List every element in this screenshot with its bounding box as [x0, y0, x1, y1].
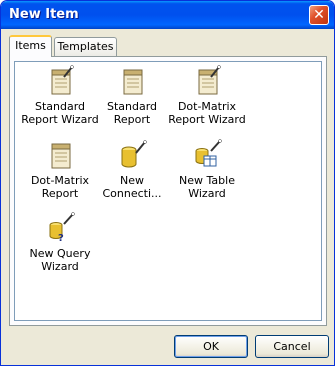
tab-panel: Standard Report Wizard Standard Report D… [9, 56, 327, 326]
tab-items[interactable]: Items [9, 35, 52, 57]
item-label-line1: New Query [29, 247, 91, 260]
item-label-line2: Report [41, 187, 79, 200]
report-icon [51, 143, 71, 169]
item-label-line2: Connecti... [102, 187, 162, 200]
report-wizard-icon [198, 65, 221, 95]
table-wizard-icon [195, 139, 222, 167]
list-item-dot-matrix-report-wizard[interactable]: Dot-Matrix Report Wizard [167, 65, 247, 126]
item-label-line2: Wizard [41, 260, 79, 273]
item-label-line1: Standard [106, 100, 158, 113]
item-label-line1: Standard [34, 100, 86, 113]
list-item-new-connection[interactable]: New Connecti... [92, 139, 172, 200]
cancel-button[interactable]: Cancel [255, 335, 329, 358]
database-connection-icon [121, 140, 147, 168]
title-bar[interactable]: New Item ✕ [1, 1, 334, 29]
close-button[interactable]: ✕ [309, 5, 329, 25]
svg-text:?: ? [58, 233, 64, 244]
item-label-line1: Dot-Matrix [30, 174, 90, 187]
query-wizard-icon: ? [49, 212, 75, 244]
dialog-title: New Item [9, 7, 79, 22]
list-item-standard-report[interactable]: Standard Report [92, 65, 172, 126]
list-item-new-query-wizard[interactable]: ? New Query Wizard [20, 212, 100, 273]
report-icon [123, 69, 143, 95]
item-label-line1: New [120, 174, 144, 187]
close-icon: ✕ [313, 7, 325, 23]
list-item-standard-report-wizard[interactable]: Standard Report Wizard [20, 65, 100, 126]
list-item-dot-matrix-report[interactable]: Dot-Matrix Report [20, 139, 100, 200]
tab-templates[interactable]: Templates [54, 37, 117, 56]
list-item-new-table-wizard[interactable]: New Table Wizard [167, 139, 247, 200]
item-label-line2: Report Wizard [21, 113, 99, 126]
new-item-dialog: New Item ✕ Items Templates Standard Repo… [0, 0, 335, 366]
item-label-line2: Report [113, 113, 151, 126]
report-wizard-icon [51, 65, 74, 95]
item-label-line1: Dot-Matrix [177, 100, 237, 113]
item-label-line2: Report Wizard [168, 113, 246, 126]
ok-button[interactable]: OK [174, 335, 248, 358]
items-list[interactable]: Standard Report Wizard Standard Report D… [14, 61, 322, 321]
item-label-line2: Wizard [188, 187, 226, 200]
item-label-line1: New Table [179, 174, 235, 187]
